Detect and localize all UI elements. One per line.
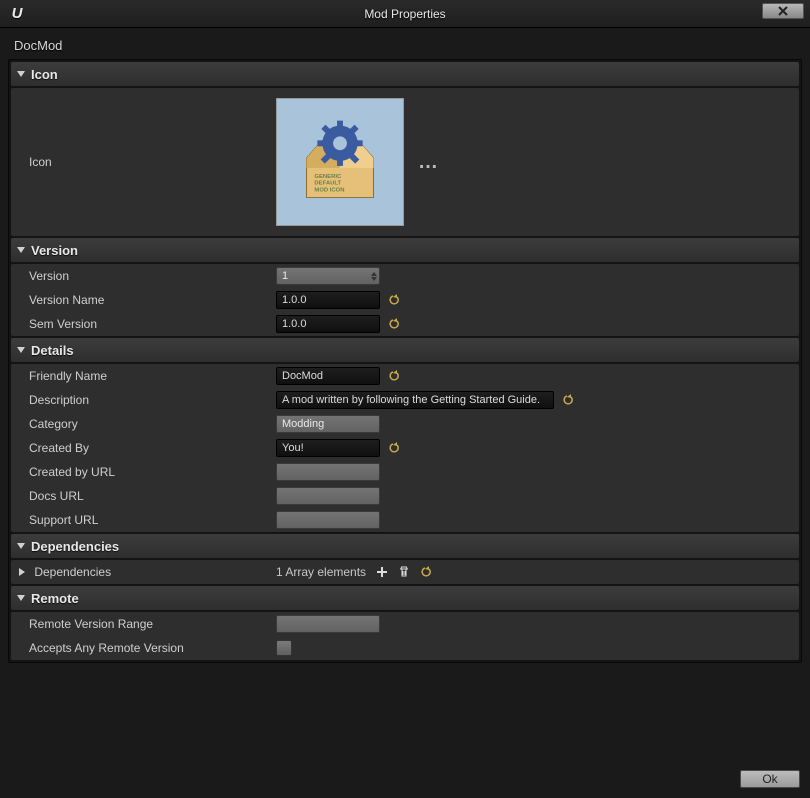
- add-element-button[interactable]: [376, 566, 388, 578]
- version-name-field[interactable]: [276, 291, 380, 309]
- description-field[interactable]: [276, 391, 554, 409]
- property-label: Created by URL: [11, 465, 276, 479]
- category-field[interactable]: [276, 415, 380, 433]
- reset-button[interactable]: [420, 566, 432, 578]
- created-by-url-field[interactable]: [276, 463, 380, 481]
- friendly-name-field[interactable]: [276, 367, 380, 385]
- section-title: Details: [31, 343, 74, 358]
- properties-panel: Icon Icon: [8, 59, 802, 663]
- clear-array-button[interactable]: [398, 566, 410, 578]
- reset-icon: [420, 566, 432, 578]
- section-header-dependencies[interactable]: Dependencies: [11, 534, 799, 558]
- ok-button[interactable]: Ok: [740, 770, 800, 788]
- reset-button[interactable]: [388, 294, 400, 306]
- property-label: Category: [11, 417, 276, 431]
- svg-text:DEFAULT: DEFAULT: [314, 181, 341, 187]
- window-title: Mod Properties: [0, 7, 810, 21]
- titlebar: U Mod Properties: [0, 0, 810, 28]
- reset-icon: [388, 370, 400, 382]
- reset-icon: [388, 294, 400, 306]
- spinner-handles-icon[interactable]: [371, 268, 377, 284]
- support-url-field[interactable]: [276, 511, 380, 529]
- reset-icon: [388, 442, 400, 454]
- remote-version-range-field[interactable]: [276, 615, 380, 633]
- reset-button[interactable]: [388, 442, 400, 454]
- docs-url-field[interactable]: [276, 487, 380, 505]
- section-header-remote[interactable]: Remote: [11, 586, 799, 610]
- array-count-label: 1 Array elements: [276, 565, 366, 579]
- section-title: Icon: [31, 67, 58, 82]
- reset-button[interactable]: [388, 318, 400, 330]
- property-label: Version: [11, 269, 276, 283]
- reset-button[interactable]: [562, 394, 574, 406]
- section-header-version[interactable]: Version: [11, 238, 799, 262]
- property-label-dependencies[interactable]: Dependencies: [11, 565, 276, 579]
- close-button[interactable]: [762, 3, 804, 19]
- version-field[interactable]: 1: [276, 267, 380, 285]
- property-label: Version Name: [11, 293, 276, 307]
- section-title: Dependencies: [31, 539, 119, 554]
- unreal-logo-icon: U: [6, 3, 28, 25]
- reset-icon: [562, 394, 574, 406]
- section-header-icon[interactable]: Icon: [11, 62, 799, 86]
- section-title: Remote: [31, 591, 79, 606]
- property-label: Created By: [11, 441, 276, 455]
- property-label: Support URL: [11, 513, 276, 527]
- trash-icon: [398, 566, 410, 578]
- property-label: Friendly Name: [11, 369, 276, 383]
- expand-icon: [17, 543, 25, 549]
- property-label: Accepts Any Remote Version: [11, 641, 276, 655]
- expand-icon: [17, 595, 25, 601]
- expand-icon: [17, 347, 25, 353]
- property-label: Docs URL: [11, 489, 276, 503]
- section-title: Version: [31, 243, 78, 258]
- close-icon: [778, 6, 788, 16]
- svg-text:MOD ICON: MOD ICON: [314, 188, 344, 194]
- mod-name-label: DocMod: [14, 38, 802, 53]
- sem-version-field[interactable]: [276, 315, 380, 333]
- property-label: Sem Version: [11, 317, 276, 331]
- section-header-details[interactable]: Details: [11, 338, 799, 362]
- accepts-any-remote-checkbox[interactable]: [276, 640, 292, 656]
- property-label-icon: Icon: [11, 155, 276, 169]
- reset-button[interactable]: [388, 370, 400, 382]
- svg-text:GENERIC: GENERIC: [314, 174, 342, 180]
- property-label: Description: [11, 393, 276, 407]
- expand-icon: [19, 568, 25, 576]
- reset-icon: [388, 318, 400, 330]
- expand-icon: [17, 247, 25, 253]
- expand-icon: [17, 71, 25, 77]
- browse-icon-button[interactable]: …: [418, 158, 436, 166]
- mod-icon-preview[interactable]: GENERIC DEFAULT MOD ICON: [276, 98, 404, 226]
- property-label: Remote Version Range: [11, 617, 276, 631]
- plus-icon: [376, 566, 388, 578]
- created-by-field[interactable]: [276, 439, 380, 457]
